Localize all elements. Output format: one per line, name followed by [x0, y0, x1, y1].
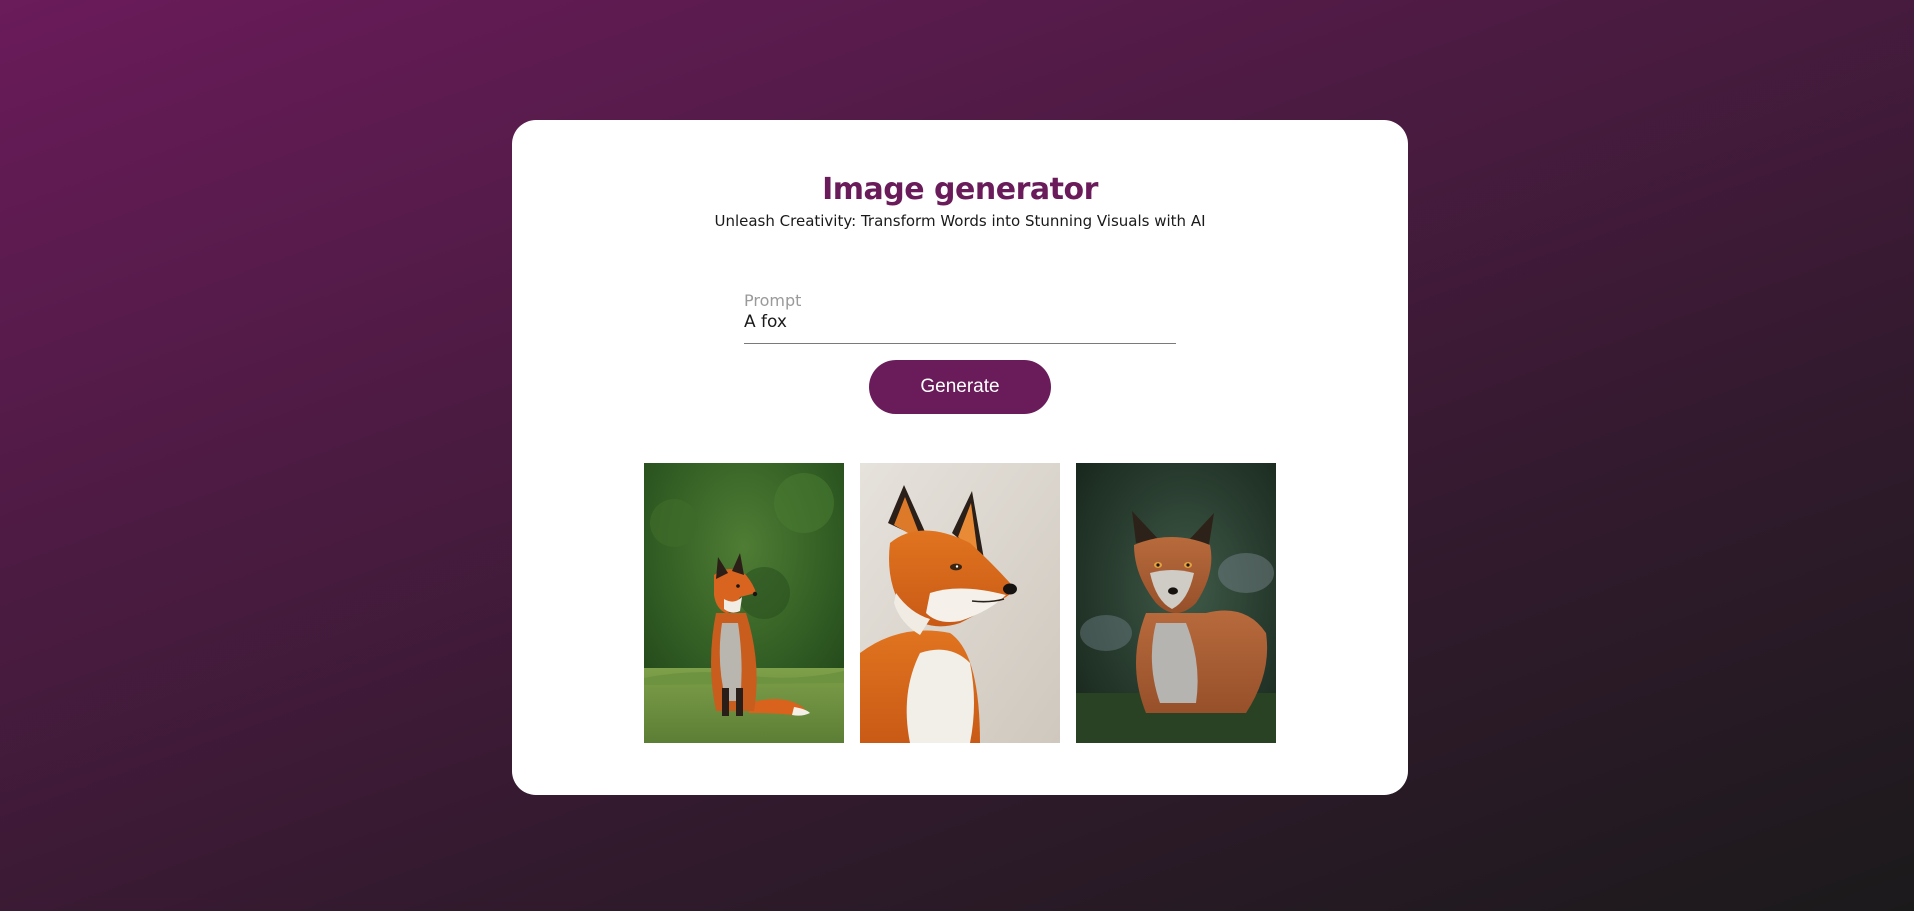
- generate-button[interactable]: Generate: [869, 360, 1051, 414]
- prompt-input[interactable]: [744, 312, 1176, 332]
- fox-image-closeup: [860, 463, 1060, 743]
- generator-card: Image generator Unleash Creativity: Tran…: [512, 120, 1408, 795]
- page-subtitle: Unleash Creativity: Transform Words into…: [714, 212, 1206, 230]
- generated-image-2[interactable]: [860, 463, 1060, 743]
- generated-image-1[interactable]: [644, 463, 844, 743]
- fox-image-forward: [1076, 463, 1276, 743]
- prompt-field: Prompt: [744, 291, 1176, 344]
- image-gallery: [644, 463, 1276, 743]
- prompt-label: Prompt: [744, 291, 802, 310]
- page-title: Image generator: [822, 172, 1098, 207]
- fox-image-sitting: [644, 463, 844, 743]
- generated-image-3[interactable]: [1076, 463, 1276, 743]
